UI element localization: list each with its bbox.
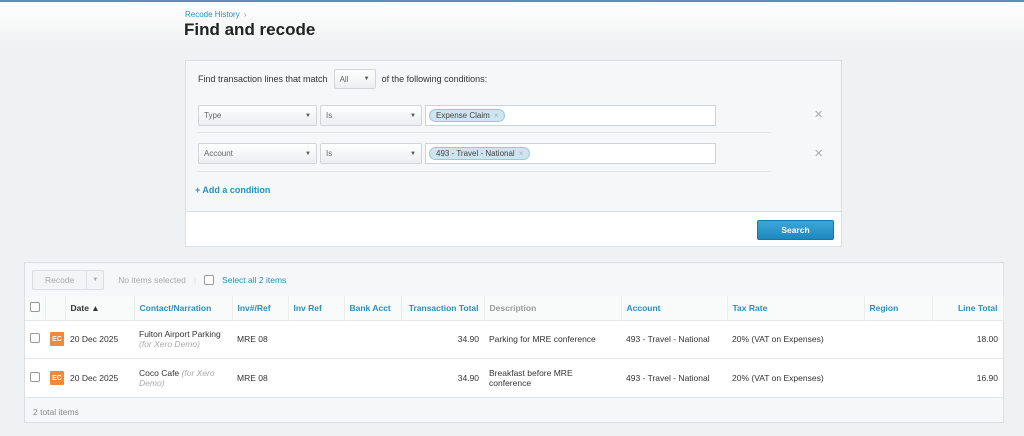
selection-status: No items selected	[118, 275, 186, 285]
value-token: 493 - Travel - National ×	[429, 147, 531, 160]
cell-tax-rate: 20% (VAT on Expenses)	[727, 358, 864, 397]
results-toolbar: Recode ▼ No items selected | Select all 2…	[32, 270, 286, 290]
row-checkbox[interactable]	[30, 372, 40, 382]
cell-inv-ref: MRE 08	[232, 319, 288, 359]
column-region[interactable]: Region	[864, 296, 933, 320]
operator-select[interactable]: Is ▼	[320, 105, 422, 126]
cell-account: 493 - Travel - National	[621, 358, 727, 397]
cell-bank-acct	[344, 319, 401, 359]
column-inv-ref[interactable]: Inv#/Ref	[232, 296, 289, 320]
chevron-down-icon: ▼	[410, 150, 416, 157]
remove-condition-icon[interactable]: ✕	[814, 108, 823, 121]
cell-line-total: 16.90	[932, 358, 1003, 397]
field-select[interactable]: Type ▼	[198, 105, 317, 126]
page-title: Find and recode	[184, 20, 316, 39]
cell-inv-ref: MRE 08	[232, 358, 288, 397]
cell-transaction-total: 34.90	[401, 358, 484, 397]
cell-transaction-total: 34.90	[401, 319, 484, 359]
operator-value: Is	[326, 149, 333, 158]
condition-row: Account ▼ Is ▼ 493 - Travel - National ×	[198, 143, 716, 164]
match-prefix: Find transaction lines that match	[198, 74, 328, 84]
select-all-checkbox[interactable]	[204, 275, 215, 285]
column-contact[interactable]: Contact/Narration	[134, 296, 233, 320]
cell-region	[864, 319, 932, 359]
column-line-total[interactable]: Line Total	[932, 296, 1004, 320]
field-select[interactable]: Account ▼	[198, 143, 317, 164]
cell-contact: Coco Cafe (for Xero Demo)	[134, 358, 232, 397]
breadcrumb-recode-history[interactable]: Recode History	[185, 10, 240, 19]
cell-tax-rate: 20% (VAT on Expenses)	[727, 319, 864, 359]
total-items: 2 total items	[25, 397, 1003, 423]
column-tax-rate[interactable]: Tax Rate	[727, 296, 865, 320]
column-date[interactable]: Date ▲	[65, 296, 135, 320]
column-inv-ref-2[interactable]: Inv Ref	[288, 296, 345, 320]
token-label: 493 - Travel - National	[436, 149, 515, 158]
cell-description: Breakfast before MRE conference	[484, 358, 621, 397]
contact-note: (for Xero Demo)	[139, 339, 200, 350]
cell-line-total: 18.00	[932, 319, 1003, 359]
recode-label: Recode	[45, 275, 75, 285]
cell-date: 20 Dec 2025	[65, 358, 134, 397]
add-condition-link[interactable]: + Add a condition	[195, 185, 270, 195]
filter-panel: Find transaction lines that match All ▼ o…	[185, 60, 842, 247]
operator-value: Is	[326, 111, 333, 120]
results-panel: Recode ▼ No items selected | Select all 2…	[24, 262, 1004, 423]
search-button[interactable]: Search	[757, 220, 834, 240]
header-checkbox[interactable]	[30, 301, 40, 312]
column-description: Description	[484, 296, 622, 320]
column-bank-acct[interactable]: Bank Acct	[344, 296, 402, 320]
field-value: Type	[204, 111, 222, 120]
match-value: All	[339, 74, 349, 84]
cell-contact: Fulton Airport Parking (for Xero Demo)	[134, 319, 232, 359]
column-transaction-total[interactable]: Transaction Total	[401, 296, 485, 320]
value-input[interactable]: 493 - Travel - National ×	[425, 143, 716, 164]
select-all-link[interactable]: Select all 2 items	[222, 275, 286, 285]
chevron-down-icon[interactable]: ▼	[86, 271, 103, 289]
contact-name: Coco Cafe	[139, 368, 180, 378]
column-account[interactable]: Account	[621, 296, 728, 320]
condition-row: Type ▼ Is ▼ Expense Claim ×	[198, 105, 716, 126]
operator-select[interactable]: Is ▼	[320, 143, 422, 164]
cell-date: 20 Dec 2025	[65, 319, 134, 359]
value-token: Expense Claim ×	[429, 109, 506, 122]
token-label: Expense Claim	[436, 111, 490, 120]
chevron-down-icon: ▼	[410, 112, 416, 119]
chevron-down-icon: ▼	[363, 76, 370, 82]
separator: |	[193, 275, 197, 285]
chevron-down-icon: ▼	[305, 112, 311, 119]
contact-name: Fulton Airport Parking	[139, 329, 221, 340]
chevron-down-icon: ▼	[305, 150, 311, 157]
cell-inv-ref-2	[288, 319, 344, 359]
remove-condition-icon[interactable]: ✕	[814, 147, 823, 160]
table-row[interactable]: EC 20 Dec 2025 Coco Cafe (for Xero Demo)…	[25, 358, 1003, 397]
remove-token-icon[interactable]: ×	[494, 111, 499, 120]
filter-footer: Search	[186, 211, 841, 246]
field-value: Account	[204, 149, 233, 158]
divider	[198, 171, 770, 172]
expense-claim-badge: EC	[50, 332, 64, 347]
cell-inv-ref-2	[288, 358, 344, 397]
table-row[interactable]: EC 20 Dec 2025 Fulton Airport Parking (f…	[25, 319, 1003, 359]
cell-bank-acct	[344, 358, 401, 397]
expense-claim-badge: EC	[50, 371, 64, 385]
remove-token-icon[interactable]: ×	[519, 149, 524, 158]
breadcrumb-separator: ›	[243, 10, 247, 19]
page-header: Recode History › Find and recode	[0, 2, 1024, 46]
match-select[interactable]: All ▼	[333, 69, 376, 89]
cell-account: 493 - Travel - National	[621, 319, 727, 359]
table-header-row: Date ▲ Contact/Narration Inv#/Ref Inv Re…	[25, 296, 1004, 320]
recode-button[interactable]: Recode ▼	[32, 270, 105, 290]
value-input[interactable]: Expense Claim ×	[425, 105, 716, 126]
divider	[198, 132, 770, 133]
cell-region	[864, 358, 932, 397]
breadcrumb: Recode History ›	[185, 10, 246, 19]
match-suffix: of the following conditions:	[381, 74, 488, 84]
cell-description: Parking for MRE conference	[484, 319, 621, 359]
row-checkbox[interactable]	[30, 333, 40, 344]
results-table: Date ▲ Contact/Narration Inv#/Ref Inv Re…	[25, 296, 1004, 397]
